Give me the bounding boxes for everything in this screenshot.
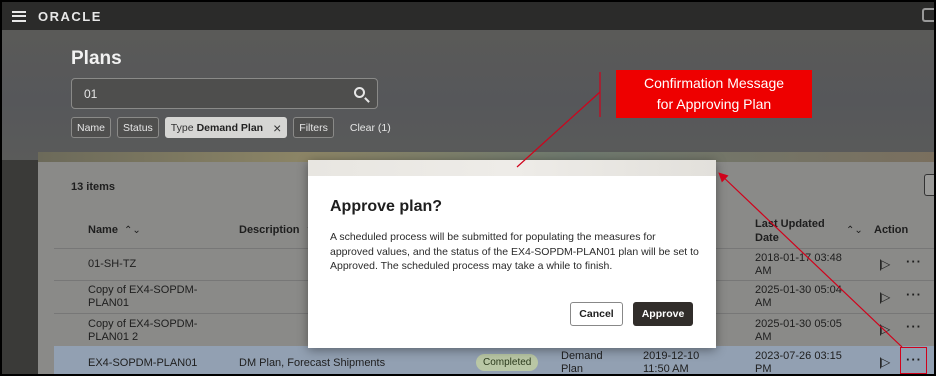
app-window: ORACLE Plans 01 Name Status Type Demand …	[0, 0, 936, 376]
annotation-arrows	[516, 72, 903, 348]
arrow-from-action	[718, 172, 903, 348]
arrow-to-dialog	[516, 91, 601, 168]
